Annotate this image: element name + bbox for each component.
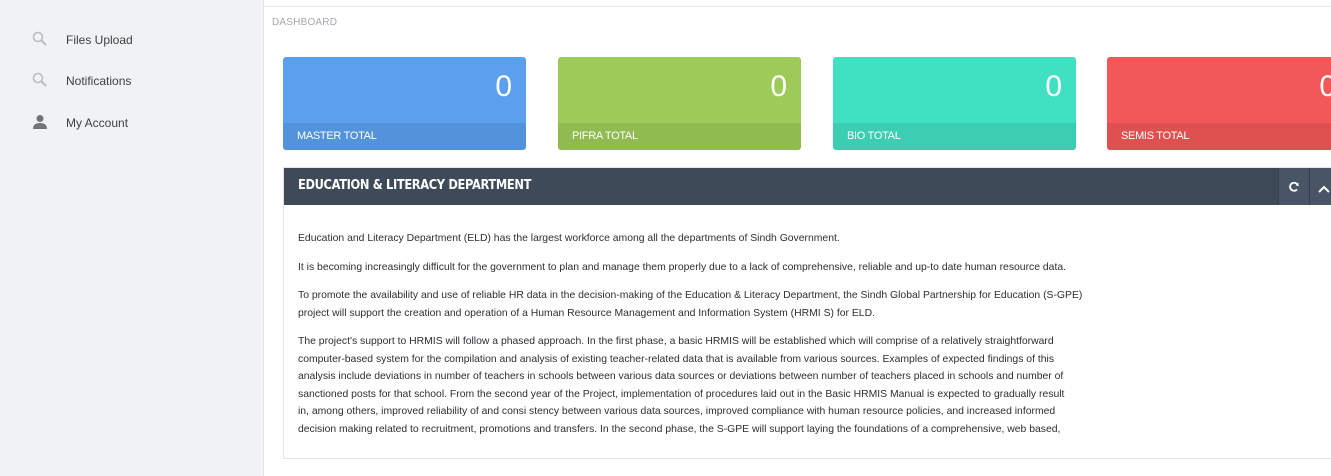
panel-header: EDUCATION & LITERACY DEPARTMENT (284, 168, 1331, 205)
sidebar-item-my-account[interactable]: My Account (0, 108, 263, 138)
sidebar-item-label: Notifications (66, 74, 132, 88)
refresh-icon (1288, 180, 1300, 198)
stat-value: 0 (495, 70, 512, 103)
sidebar-item-label: My Account (66, 116, 129, 130)
stat-label: BIO TOTAL (847, 130, 901, 142)
department-panel: EDUCATION & LITERACY DEPARTMENT Educatio… (283, 167, 1331, 459)
search-icon (31, 30, 49, 48)
stat-card-bio-total[interactable]: 0 BIO TOTAL (833, 57, 1076, 150)
text-line: computer-based system for the compilatio… (298, 353, 1055, 365)
stat-footer: PIFRA TOTAL (558, 123, 801, 150)
paragraph: To promote the availability and use of r… (298, 287, 1331, 322)
text-line: To promote the availability and use of r… (298, 290, 1083, 301)
collapse-button[interactable] (1309, 168, 1331, 205)
stat-value: 0 (1319, 70, 1331, 103)
stat-label: MASTER TOTAL (297, 130, 377, 142)
breadcrumb: DASHBOARD (272, 17, 338, 28)
text-line: Education and Literacy Department (ELD) … (298, 233, 840, 244)
sidebar-item-notifications[interactable]: Notifications (0, 66, 263, 96)
panel-body: Education and Literacy Department (ELD) … (298, 230, 1331, 449)
paragraph: It is becoming increasingly difficult fo… (298, 259, 1331, 277)
paragraph: The project's support to HRMIS will foll… (298, 333, 1331, 438)
panel-title: EDUCATION & LITERACY DEPARTMENT (298, 178, 532, 193)
text-line: decision making related to recruitment, … (298, 423, 1061, 435)
text-line: in, among others, improved reliability o… (298, 406, 1056, 417)
text-line: analysis include deviations in number of… (298, 371, 1064, 382)
refresh-button[interactable] (1278, 168, 1309, 205)
stat-label: PIFRA TOTAL (572, 130, 638, 142)
stat-value: 0 (1045, 70, 1062, 103)
stat-card-pifra-total[interactable]: 0 PIFRA TOTAL (558, 57, 801, 150)
stat-card-master-total[interactable]: 0 MASTER TOTAL (283, 57, 526, 150)
user-icon (31, 113, 49, 131)
text-line: The project's support to HRMIS will foll… (298, 336, 1054, 347)
stat-footer: BIO TOTAL (833, 123, 1076, 150)
text-line: sanctioned posts for that school. From t… (298, 388, 1065, 400)
divider (264, 6, 1331, 7)
chevron-up-icon (1318, 181, 1330, 199)
stat-footer: SEMIS TOTAL (1107, 123, 1331, 150)
sidebar: Files Upload Notifications My Account (0, 0, 264, 476)
search-icon (31, 71, 49, 89)
stat-footer: MASTER TOTAL (283, 123, 526, 150)
stat-label: SEMIS TOTAL (1121, 130, 1190, 142)
sidebar-item-label: Files Upload (66, 33, 133, 47)
stat-card-semis-total[interactable]: 0 SEMIS TOTAL (1107, 57, 1331, 150)
stat-value: 0 (770, 70, 787, 103)
text-line: It is becoming increasingly difficult fo… (298, 261, 1067, 273)
text-line: project will support the creation and op… (298, 307, 875, 319)
sidebar-item-files-upload[interactable]: Files Upload (0, 25, 263, 55)
main-content: DASHBOARD 0 MASTER TOTAL 0 PIFRA TOTAL 0… (264, 0, 1331, 476)
paragraph: Education and Literacy Department (ELD) … (298, 230, 1331, 248)
